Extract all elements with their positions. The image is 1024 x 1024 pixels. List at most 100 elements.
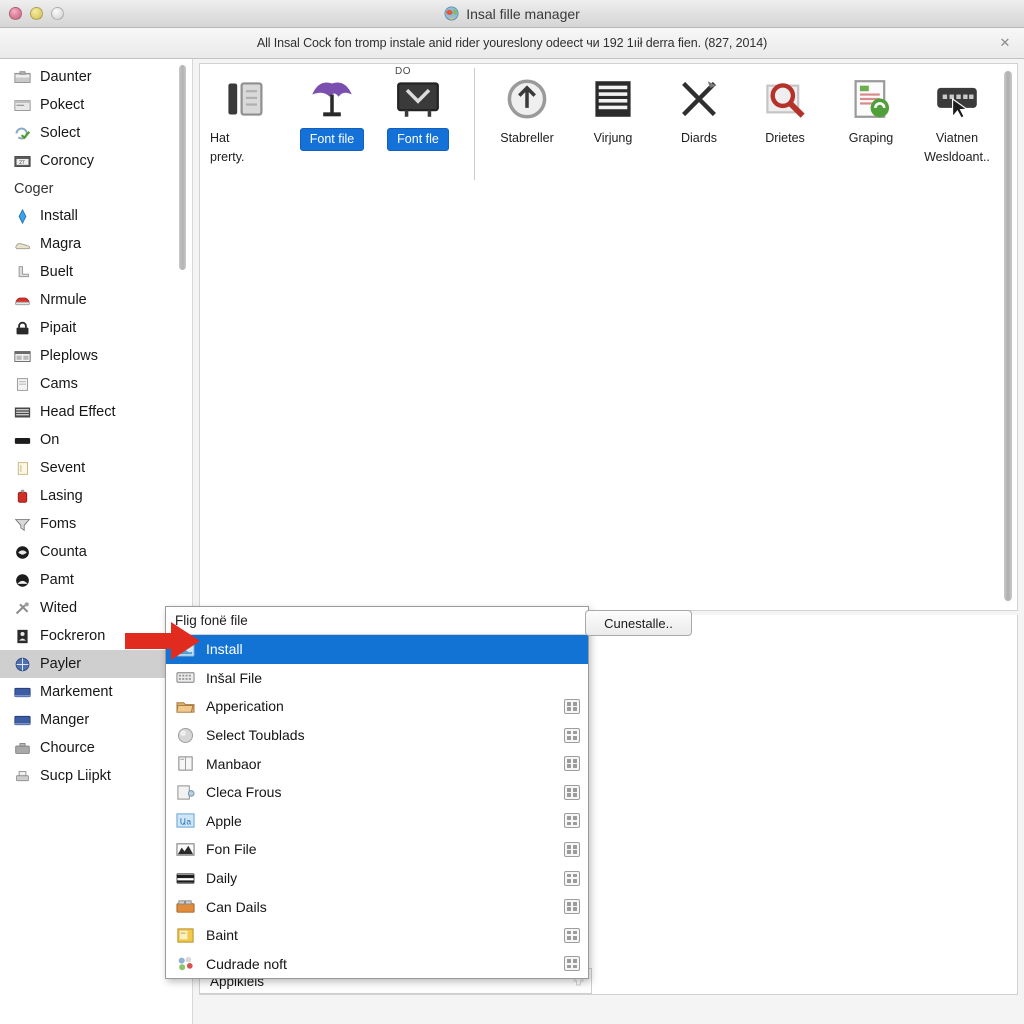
- sidebar-item-magra[interactable]: Magra: [0, 230, 192, 258]
- sidebar-item-label: Pokect: [40, 97, 85, 113]
- content-card: Hat prerty. Font file Font fle Stabreller V…: [199, 63, 1018, 611]
- grid-badge-icon[interactable]: [564, 813, 580, 829]
- sidebar-item-manger[interactable]: Manger: [0, 706, 192, 734]
- toolbar-pill-label[interactable]: Font file: [299, 128, 365, 151]
- red-canister-icon: [14, 489, 31, 504]
- sidebar-group-label: Coger: [14, 180, 54, 197]
- toolbar-pill-label[interactable]: Font fle: [387, 128, 449, 151]
- toolbar: Hat prerty. Font file Font fle Stabreller V…: [200, 64, 1017, 194]
- circle-dark-icon: [14, 573, 31, 588]
- toolbar-button-label: Virjung: [593, 131, 633, 145]
- dropdown-item-apple[interactable]: Աa Apple: [166, 807, 588, 836]
- dropdown-item-baint[interactable]: Baint: [166, 921, 588, 950]
- sidebar-item-label: Coroncy: [40, 153, 94, 169]
- toolbar-button-viatnen-wesldoant[interactable]: Viatnen Wesldoant..: [921, 72, 993, 168]
- grid-badge-icon[interactable]: [564, 870, 580, 886]
- dropdown-item-apperication[interactable]: Apperication: [166, 692, 588, 721]
- uninstall-button[interactable]: Cunestalle..: [585, 610, 692, 636]
- document-icon: [14, 377, 31, 392]
- toolbar-button-graping[interactable]: Graping: [835, 72, 907, 148]
- sidebar-item-label: Manger: [40, 712, 90, 728]
- dropdown-item-label: Cudrade noft: [206, 955, 287, 972]
- sidebar-item-pipait[interactable]: Pipait: [0, 314, 192, 342]
- zoom-window-button[interactable]: [51, 7, 64, 20]
- sidebar-item-label: Payler: [40, 656, 82, 672]
- dropdown-item-manbaor[interactable]: Manbaor: [166, 749, 588, 778]
- svg-text:27: 27: [19, 160, 25, 166]
- sidebar-item-on[interactable]: On: [0, 426, 192, 454]
- toolbar-button-stabreller[interactable]: Stabreller: [491, 72, 563, 148]
- sidebar-item-pamt[interactable]: Pamt: [0, 566, 192, 594]
- sidebar-item-label: Daunter: [40, 69, 92, 85]
- sidebar-item-install[interactable]: Install: [0, 202, 192, 230]
- search-input[interactable]: Flig fonё file: [166, 607, 588, 635]
- toolbar-button-font-file[interactable]: Font file: [296, 72, 368, 151]
- dropdown-item-in-al-file[interactable]: Inšal File: [166, 664, 588, 693]
- dropdown-item-label: Apperication: [206, 698, 284, 715]
- grid-badge-icon[interactable]: [564, 956, 580, 972]
- sidebar-item-payler[interactable]: Payler: [0, 650, 192, 678]
- do-badge: DO: [395, 66, 411, 77]
- sidebar-item-sevent[interactable]: Sevent: [0, 454, 192, 482]
- sidebar-item-buelt[interactable]: Buelt: [0, 258, 192, 286]
- dropdown-item-daily[interactable]: Daily: [166, 864, 588, 893]
- dropdown-item-cudrade-noft[interactable]: Cudrade noft: [166, 950, 588, 979]
- keyboard-cursor-icon: [929, 72, 985, 126]
- toolbar-button-label: Hat prerty.: [210, 131, 245, 165]
- toolbar-button-label: Diards: [680, 131, 718, 145]
- sidebar-item-daunter[interactable]: Daunter: [0, 63, 192, 91]
- grid-badge-icon[interactable]: [564, 784, 580, 800]
- sidebar-item-fockreron[interactable]: Fockreron: [0, 622, 192, 650]
- sidebar-item-foms[interactable]: Foms: [0, 510, 192, 538]
- dropdown-item-install[interactable]: Install: [166, 635, 588, 664]
- sidebar-item-markement[interactable]: Markement: [0, 678, 192, 706]
- sidebar-item-wited[interactable]: Wited: [0, 594, 192, 622]
- sidebar-item-head-effect[interactable]: Head Effect: [0, 398, 192, 426]
- minimize-window-button[interactable]: [30, 7, 43, 20]
- sidebar-item-solect[interactable]: Solect: [0, 119, 192, 147]
- sidebar-item-label: Nrmule: [40, 292, 87, 308]
- toolbar-button-diards[interactable]: Diards: [663, 72, 735, 148]
- close-icon[interactable]: ✕: [998, 36, 1012, 50]
- grid-badge-icon[interactable]: [564, 727, 580, 743]
- sidebar-item-cams[interactable]: Cams: [0, 370, 192, 398]
- sidebar-item-label: Pipait: [40, 320, 77, 336]
- grid-window-icon: [14, 349, 31, 364]
- toolbar-button-drietes[interactable]: Drietes: [749, 72, 821, 148]
- sidebar-item-label: Lasing: [40, 488, 83, 504]
- window-title-group: Insal fille manager: [444, 6, 580, 22]
- app-globe-icon: [444, 6, 459, 21]
- toolbar-button-virjung[interactable]: Virjung: [577, 72, 649, 148]
- sidebar-item-lasing[interactable]: Lasing: [0, 482, 192, 510]
- sidebar-item-label: Wited: [40, 600, 78, 616]
- grid-badge-icon[interactable]: [564, 841, 580, 857]
- dropdown-item-select-toublads[interactable]: Select Toublads: [166, 721, 588, 750]
- grid-badge-icon[interactable]: [564, 698, 580, 714]
- sidebar-item-nrmule[interactable]: Nrmule: [0, 286, 192, 314]
- sidebar-item-chource[interactable]: Chource: [0, 734, 192, 762]
- sidebar-item-sucp-liipkt[interactable]: Sucp Liipkt: [0, 762, 192, 790]
- sidebar-item-label: Cams: [40, 376, 78, 392]
- content-scrollbar[interactable]: [1004, 71, 1012, 601]
- toolbar-button-font-fle[interactable]: Font fle: [382, 72, 454, 151]
- grid-badge-icon[interactable]: [564, 756, 580, 772]
- grid-badge-icon[interactable]: [564, 899, 580, 915]
- shoe-icon: [14, 237, 31, 252]
- close-window-button[interactable]: [9, 7, 22, 20]
- blue-window-icon: [176, 641, 195, 658]
- sidebar-scrollbar[interactable]: [179, 65, 186, 270]
- sidebar-group-header: Coger: [0, 175, 192, 202]
- toolbar-button-hat-prerty[interactable]: Hat prerty.: [210, 72, 282, 168]
- dropdown-item-label: Apple: [206, 812, 242, 829]
- sidebar-item-pleplows[interactable]: Pleplows: [0, 342, 192, 370]
- grid-badge-icon[interactable]: [564, 927, 580, 943]
- dropdown-item-can-dails[interactable]: Can Dails: [166, 892, 588, 921]
- dropdown-item-cleca-frous[interactable]: Cleca Frous: [166, 778, 588, 807]
- sidebar-item-counta[interactable]: Counta: [0, 538, 192, 566]
- sidebar-item-pokect[interactable]: Pokect: [0, 91, 192, 119]
- refresh-check-icon: [14, 126, 31, 141]
- window-title-text: Insal fille manager: [466, 5, 580, 22]
- sidebar-item-label: Buelt: [40, 264, 74, 280]
- dropdown-item-fon-file[interactable]: Fon File: [166, 835, 588, 864]
- sidebar-item-coroncy[interactable]: 27 Coroncy: [0, 147, 192, 175]
